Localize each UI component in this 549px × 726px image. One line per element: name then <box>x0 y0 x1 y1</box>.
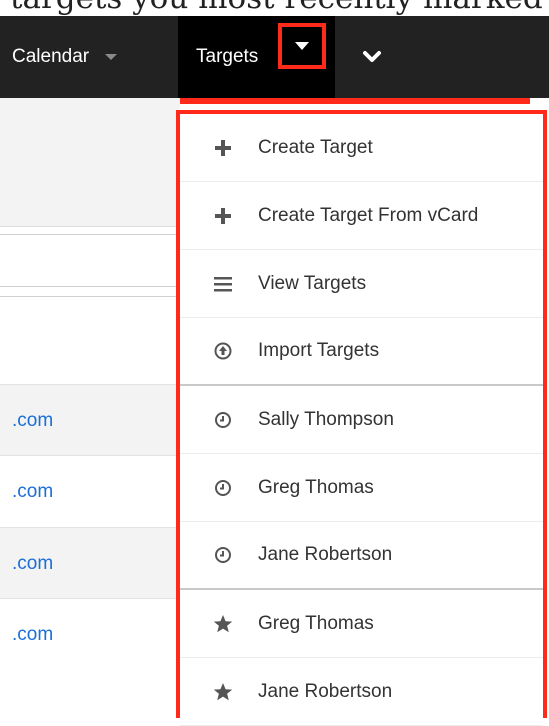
list-item[interactable]: .com <box>0 598 180 670</box>
email-link[interactable]: .com <box>12 553 53 575</box>
plus-icon <box>208 139 238 157</box>
clock-icon <box>208 411 238 429</box>
top-navbar: Calendar Targets <box>0 16 549 98</box>
menu-item-recent-sally-thompson[interactable]: Sally Thompson <box>180 386 543 454</box>
tab-calendar-label: Calendar <box>12 46 90 67</box>
menu-item-label: Create Target <box>258 136 373 158</box>
list-header <box>0 98 180 227</box>
menu-item-label: Create Target From vCard <box>258 204 479 226</box>
caption-text: targets you most recently marked <box>10 0 543 16</box>
chevron-down-icon <box>363 51 381 62</box>
clock-icon <box>208 479 238 497</box>
menu-item-create-target[interactable]: Create Target <box>180 114 543 182</box>
more-modules-button[interactable] <box>352 16 392 98</box>
list-item[interactable]: .com <box>0 527 180 599</box>
star-icon <box>208 614 238 634</box>
caret-down-icon <box>295 42 309 50</box>
clock-icon <box>208 546 238 564</box>
menu-item-recent-greg-thomas[interactable]: Greg Thomas <box>180 454 543 522</box>
highlight-underline <box>168 98 549 104</box>
email-link[interactable]: .com <box>12 410 53 432</box>
email-link[interactable]: .com <box>12 481 53 503</box>
list-icon <box>208 276 238 292</box>
divider <box>0 296 180 297</box>
menu-item-favorite-jane-robertson[interactable]: Jane Robertson <box>180 658 543 726</box>
list-item[interactable]: .com <box>0 455 180 527</box>
plus-icon <box>208 207 238 225</box>
caption-fragment: targets you most recently marked <box>0 0 549 16</box>
menu-item-label: Jane Robertson <box>258 544 393 565</box>
import-icon <box>208 342 238 360</box>
chevron-down-icon[interactable] <box>105 54 118 60</box>
menu-item-favorite-greg-thomas[interactable]: Greg Thomas <box>180 590 543 658</box>
tab-calendar[interactable]: Calendar <box>0 16 118 98</box>
background-list: .com .com .com .com <box>0 98 180 718</box>
targets-dropdown-menu: Create Target Create Target From vCard V… <box>176 110 547 726</box>
list-item[interactable]: .com <box>0 384 180 456</box>
targets-dropdown-toggle[interactable] <box>278 23 326 69</box>
menu-item-label: Greg Thomas <box>258 612 374 634</box>
menu-item-label: Sally Thompson <box>258 408 394 430</box>
menu-item-recent-jane-robertson[interactable]: Jane Robertson <box>180 522 543 590</box>
tab-targets-label: Targets <box>196 46 259 67</box>
divider <box>0 234 180 235</box>
email-link[interactable]: .com <box>12 624 53 646</box>
divider <box>0 286 180 287</box>
menu-item-label: View Targets <box>258 272 367 294</box>
menu-item-label: Greg Thomas <box>258 476 374 498</box>
menu-item-label: Import Targets <box>258 340 380 361</box>
menu-item-label: Jane Robertson <box>258 680 393 702</box>
menu-item-import-targets[interactable]: Import Targets <box>180 318 543 386</box>
menu-item-view-targets[interactable]: View Targets <box>180 250 543 318</box>
menu-item-create-target-vcard[interactable]: Create Target From vCard <box>180 182 543 250</box>
star-icon <box>208 682 238 702</box>
